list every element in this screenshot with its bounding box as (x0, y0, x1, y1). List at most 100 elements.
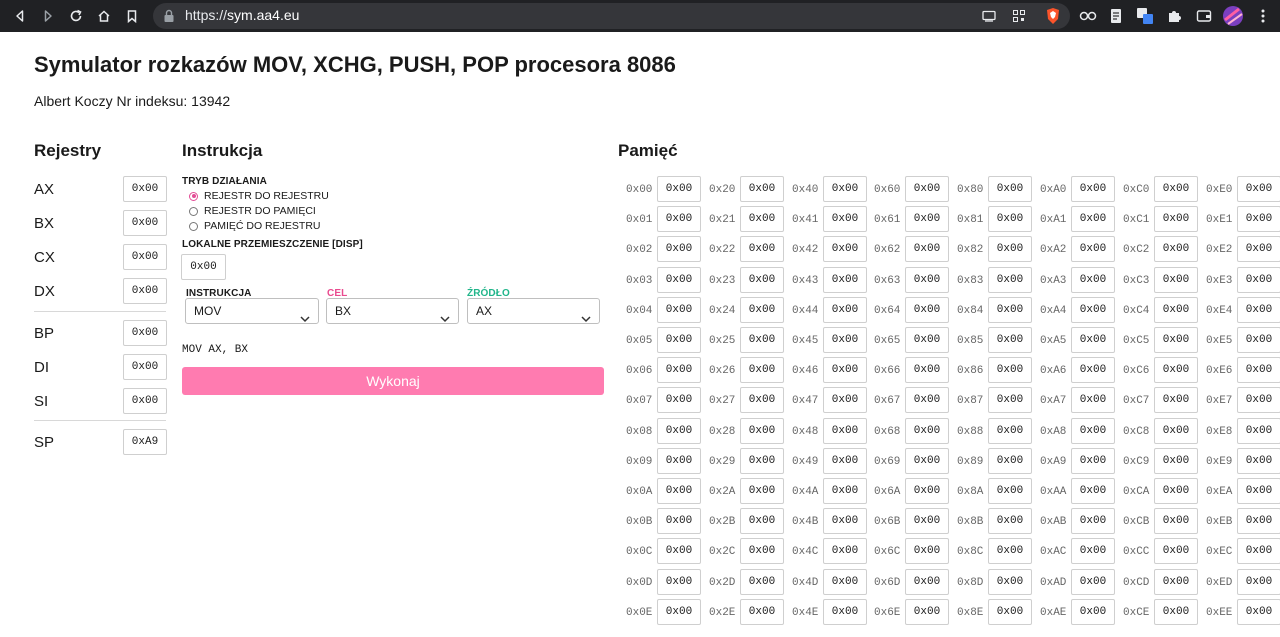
memory-cell-input[interactable]: 0x00 (657, 206, 701, 232)
memory-cell-input[interactable]: 0x00 (657, 538, 701, 564)
memory-cell-input[interactable]: 0x00 (1154, 478, 1198, 504)
memory-cell-input[interactable]: 0x00 (1154, 236, 1198, 262)
memory-cell-input[interactable]: 0x00 (823, 297, 867, 323)
memory-cell-input[interactable]: 0x00 (1237, 599, 1280, 625)
memory-cell-input[interactable]: 0x00 (657, 448, 701, 474)
memory-cell-input[interactable]: 0x00 (823, 448, 867, 474)
memory-cell-input[interactable]: 0x00 (988, 478, 1032, 504)
memory-cell-input[interactable]: 0x00 (905, 357, 949, 383)
back-icon[interactable] (8, 0, 32, 32)
memory-cell-input[interactable]: 0x00 (1237, 387, 1280, 413)
memory-cell-input[interactable]: 0x00 (905, 236, 949, 262)
memory-cell-input[interactable]: 0x00 (1071, 267, 1115, 293)
memory-cell-input[interactable]: 0x00 (905, 176, 949, 202)
register-input-si[interactable]: 0x00 (123, 388, 167, 414)
register-input-dx[interactable]: 0x00 (123, 278, 167, 304)
glasses-extension-icon[interactable] (1078, 6, 1098, 26)
memory-cell-input[interactable]: 0x00 (1071, 569, 1115, 595)
instruction-select[interactable]: MOV (185, 298, 319, 324)
memory-cell-input[interactable]: 0x00 (1071, 297, 1115, 323)
memory-cell-input[interactable]: 0x00 (823, 357, 867, 383)
memory-cell-input[interactable]: 0x00 (1237, 448, 1280, 474)
memory-cell-input[interactable]: 0x00 (657, 236, 701, 262)
memory-cell-input[interactable]: 0x00 (657, 418, 701, 444)
profile-avatar[interactable] (1223, 6, 1243, 26)
memory-cell-input[interactable]: 0x00 (988, 448, 1032, 474)
register-input-sp[interactable]: 0xA9 (123, 429, 167, 455)
memory-cell-input[interactable]: 0x00 (823, 418, 867, 444)
memory-cell-input[interactable]: 0x00 (1071, 478, 1115, 504)
memory-cell-input[interactable]: 0x00 (657, 569, 701, 595)
extensions-puzzle-icon[interactable] (1164, 6, 1184, 26)
memory-cell-input[interactable]: 0x00 (905, 418, 949, 444)
memory-cell-input[interactable]: 0x00 (988, 357, 1032, 383)
memory-cell-input[interactable]: 0x00 (905, 327, 949, 353)
memory-cell-input[interactable]: 0x00 (1237, 176, 1280, 202)
memory-cell-input[interactable]: 0x00 (988, 508, 1032, 534)
memory-cell-input[interactable]: 0x00 (740, 478, 784, 504)
memory-cell-input[interactable]: 0x00 (1071, 418, 1115, 444)
memory-cell-input[interactable]: 0x00 (1237, 538, 1280, 564)
memory-cell-input[interactable]: 0x00 (988, 236, 1032, 262)
memory-cell-input[interactable]: 0x00 (1154, 569, 1198, 595)
memory-cell-input[interactable]: 0x00 (988, 599, 1032, 625)
browser-menu-icon[interactable] (1253, 6, 1273, 26)
bookmark-icon[interactable] (120, 0, 144, 32)
wallet-icon[interactable] (1194, 6, 1214, 26)
radio-icon[interactable] (189, 221, 198, 231)
memory-cell-input[interactable]: 0x00 (1237, 357, 1280, 383)
memory-cell-input[interactable]: 0x00 (988, 297, 1032, 323)
memory-cell-input[interactable]: 0x00 (740, 569, 784, 595)
memory-cell-input[interactable]: 0x00 (740, 599, 784, 625)
memory-cell-input[interactable]: 0x00 (1154, 206, 1198, 232)
memory-cell-input[interactable]: 0x00 (1154, 357, 1198, 383)
memory-cell-input[interactable]: 0x00 (740, 176, 784, 202)
register-input-cx[interactable]: 0x00 (123, 244, 167, 270)
qr-icon[interactable] (1011, 8, 1027, 24)
home-icon[interactable] (92, 0, 116, 32)
brave-shield-icon[interactable] (1043, 6, 1063, 26)
memory-cell-input[interactable]: 0x00 (1071, 236, 1115, 262)
source-select[interactable]: AX (467, 298, 600, 324)
memory-cell-input[interactable]: 0x00 (1154, 508, 1198, 534)
document-extension-icon[interactable] (1106, 6, 1126, 26)
memory-cell-input[interactable]: 0x00 (823, 206, 867, 232)
memory-cell-input[interactable]: 0x00 (740, 297, 784, 323)
memory-cell-input[interactable]: 0x00 (823, 538, 867, 564)
memory-cell-input[interactable]: 0x00 (1154, 327, 1198, 353)
memory-cell-input[interactable]: 0x00 (1237, 267, 1280, 293)
memory-cell-input[interactable]: 0x00 (988, 569, 1032, 595)
destination-select[interactable]: BX (326, 298, 459, 324)
radio-icon[interactable] (189, 206, 198, 216)
memory-cell-input[interactable]: 0x00 (657, 327, 701, 353)
memory-cell-input[interactable]: 0x00 (988, 387, 1032, 413)
memory-cell-input[interactable]: 0x00 (823, 327, 867, 353)
memory-cell-input[interactable]: 0x00 (740, 327, 784, 353)
memory-cell-input[interactable]: 0x00 (1237, 508, 1280, 534)
memory-cell-input[interactable]: 0x00 (988, 538, 1032, 564)
execute-button[interactable]: Wykonaj (182, 367, 604, 395)
memory-cell-input[interactable]: 0x00 (740, 206, 784, 232)
memory-cell-input[interactable]: 0x00 (988, 267, 1032, 293)
address-bar[interactable]: https://sym.aa4.eu (153, 3, 1070, 29)
memory-cell-input[interactable]: 0x00 (823, 508, 867, 534)
register-input-ax[interactable]: 0x00 (123, 176, 167, 202)
memory-cell-input[interactable]: 0x00 (657, 297, 701, 323)
memory-cell-input[interactable]: 0x00 (657, 357, 701, 383)
memory-cell-input[interactable]: 0x00 (1071, 599, 1115, 625)
disp-input[interactable]: 0x00 (181, 254, 226, 280)
memory-cell-input[interactable]: 0x00 (1071, 538, 1115, 564)
memory-cell-input[interactable]: 0x00 (988, 176, 1032, 202)
memory-cell-input[interactable]: 0x00 (657, 478, 701, 504)
memory-cell-input[interactable]: 0x00 (657, 267, 701, 293)
memory-cell-input[interactable]: 0x00 (740, 387, 784, 413)
radio-checked-icon[interactable] (189, 191, 198, 201)
memory-cell-input[interactable]: 0x00 (905, 599, 949, 625)
memory-cell-input[interactable]: 0x00 (740, 448, 784, 474)
memory-cell-input[interactable]: 0x00 (1154, 387, 1198, 413)
memory-cell-input[interactable]: 0x00 (823, 569, 867, 595)
memory-cell-input[interactable]: 0x00 (905, 387, 949, 413)
memory-cell-input[interactable]: 0x00 (988, 418, 1032, 444)
memory-cell-input[interactable]: 0x00 (1071, 206, 1115, 232)
memory-cell-input[interactable]: 0x00 (1237, 569, 1280, 595)
